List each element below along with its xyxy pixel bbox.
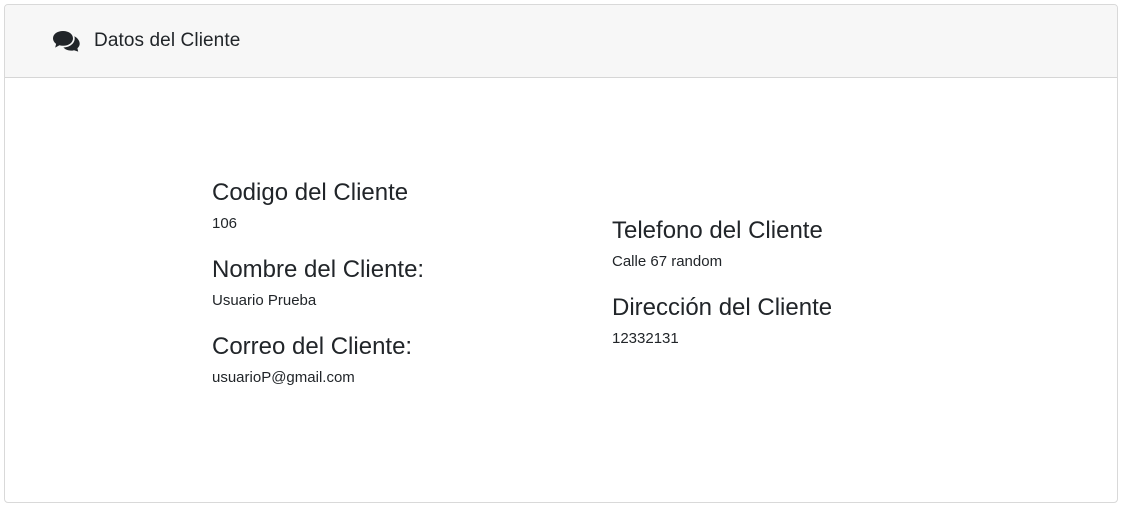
card-title: Datos del Cliente	[94, 30, 241, 51]
right-column: Telefono del Cliente Calle 67 random Dir…	[612, 216, 992, 349]
field-value: 12332131	[612, 330, 679, 347]
field-label: Dirección del Cliente	[612, 294, 833, 321]
field-value: usuarioP@gmail.com	[212, 369, 355, 386]
field-client-phone: Telefono del Cliente Calle 67 random	[612, 216, 992, 272]
field-label: Telefono del Cliente	[612, 217, 823, 244]
field-value: 106	[212, 215, 238, 232]
card-body: Codigo del Cliente 106 Nombre del Client…	[5, 78, 1117, 502]
field-value: Calle 67 random	[612, 253, 723, 270]
card-header: Datos del Cliente	[5, 5, 1117, 78]
field-label: Codigo del Cliente	[212, 179, 409, 206]
field-value: Usuario Prueba	[212, 292, 317, 309]
field-label: Correo del Cliente:	[212, 333, 413, 360]
field-client-address: Dirección del Cliente 12332131	[612, 293, 992, 349]
left-column: Codigo del Cliente 106 Nombre del Client…	[212, 178, 592, 388]
comments-icon	[52, 30, 80, 52]
field-client-email: Correo del Cliente: usuarioP@gmail.com	[212, 332, 592, 388]
field-client-name: Nombre del Cliente: Usuario Prueba	[212, 255, 592, 311]
client-card: Datos del Cliente Codigo del Cliente 106…	[4, 4, 1118, 503]
field-label: Nombre del Cliente:	[212, 256, 425, 283]
field-client-code: Codigo del Cliente 106	[212, 178, 592, 234]
